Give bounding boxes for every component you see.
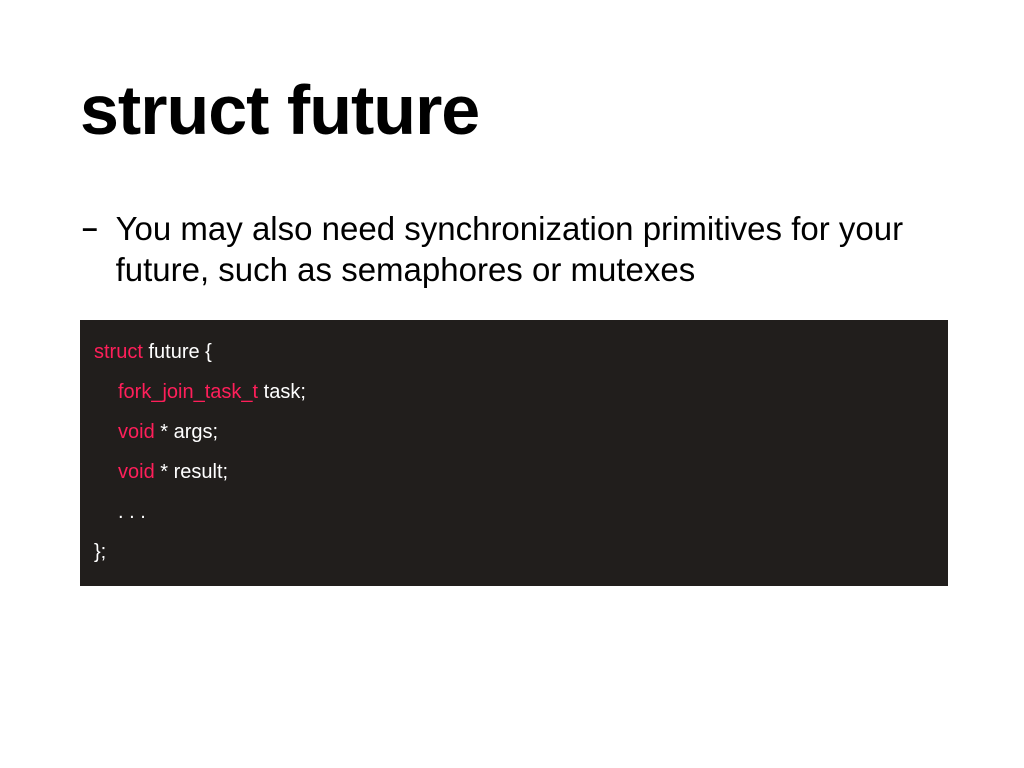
code-keyword: void <box>118 461 155 483</box>
code-block: struct future { fork_join_task_t task; v… <box>80 320 948 586</box>
code-keyword: struct <box>94 341 143 363</box>
code-line-3: void * args; <box>94 412 934 452</box>
code-line-1: struct future { <box>94 332 934 372</box>
slide-title: struct future <box>80 70 479 150</box>
code-text: }; <box>94 541 106 563</box>
slide: struct future – You may also need synchr… <box>0 0 1024 768</box>
bullet-item: – You may also need synchronization prim… <box>82 208 964 291</box>
code-line-4: void * result; <box>94 452 934 492</box>
bullet-dash: – <box>82 212 98 244</box>
bullet-text: You may also need synchronization primit… <box>116 208 946 291</box>
code-keyword: void <box>118 421 155 443</box>
code-text: * result; <box>155 461 228 483</box>
code-text: future { <box>143 341 212 363</box>
code-keyword: fork_join_task_t <box>118 381 258 403</box>
code-line-5: . . . <box>94 492 934 532</box>
code-text: task; <box>258 381 306 403</box>
code-line-2: fork_join_task_t task; <box>94 372 934 412</box>
code-text: * args; <box>155 421 218 443</box>
code-line-6: }; <box>94 532 934 572</box>
code-text: . . . <box>118 501 146 523</box>
